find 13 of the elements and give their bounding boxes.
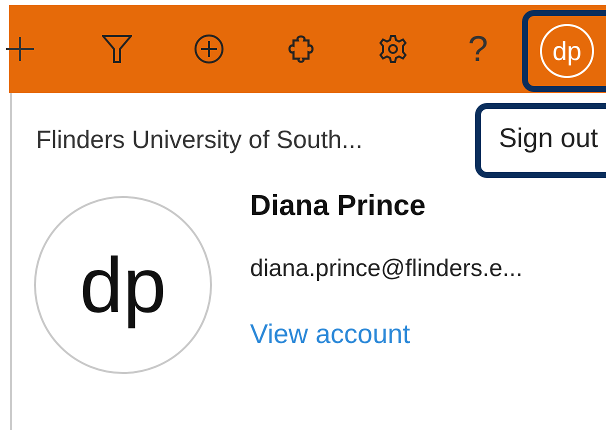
filter-icon[interactable] [102,34,132,64]
puzzle-icon[interactable] [286,34,316,64]
avatar-button[interactable]: dp [540,24,594,78]
user-name: Diana Prince [250,190,426,223]
sign-out-link[interactable]: Sign out [498,123,598,153]
user-email: diana.prince@flinders.e... [250,255,523,283]
view-account-link[interactable]: View account [250,319,410,350]
avatar: dp [34,196,212,374]
help-icon[interactable]: ? [468,31,488,67]
add-circle-icon[interactable] [194,34,224,64]
settings-icon[interactable] [378,34,408,64]
add-icon[interactable] [6,35,34,63]
organization-name: Flinders University of South... [36,126,363,155]
